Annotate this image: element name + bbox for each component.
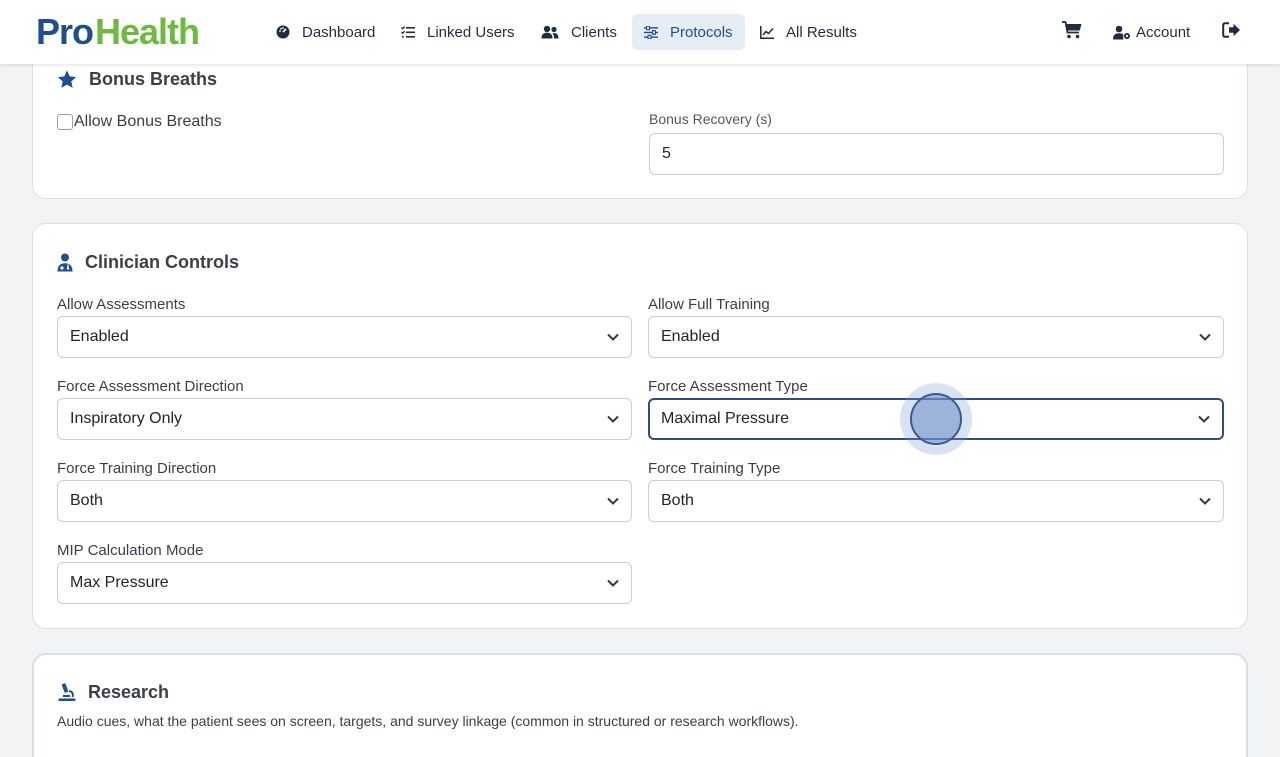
allow-assessments-label: Allow Assessments <box>57 296 186 313</box>
click-indicator-inner <box>910 393 962 445</box>
mip-calculation-mode-value: Max Pressure <box>70 574 169 591</box>
click-indicator <box>900 383 972 455</box>
nav-protocols-label: Protocols <box>670 23 733 41</box>
allow-bonus-breaths-label: Allow Bonus Breaths <box>74 113 222 130</box>
user-doctor-icon <box>57 253 73 272</box>
chevron-down-icon <box>607 497 619 505</box>
nav-clients[interactable]: Clients <box>529 14 629 50</box>
chevron-down-icon <box>1199 333 1211 341</box>
line-chart-icon <box>760 25 774 39</box>
logout-icon <box>1221 21 1241 43</box>
allow-bonus-breaths-checkbox[interactable] <box>57 114 73 130</box>
allow-assessments-value: Enabled <box>70 328 129 345</box>
force-training-type-value: Both <box>661 492 694 509</box>
force-training-direction-label: Force Training Direction <box>57 460 217 477</box>
force-assessment-type-value: Maximal Pressure <box>661 410 790 427</box>
chevron-down-icon <box>607 333 619 341</box>
force-assessment-direction-label: Force Assessment Direction <box>57 378 244 395</box>
nav-all-results-label: All Results <box>786 23 857 41</box>
chevron-down-icon <box>1198 415 1210 423</box>
mip-calculation-mode-label: MIP Calculation Mode <box>57 542 204 559</box>
nav-linked-users-label: Linked Users <box>427 23 515 41</box>
nav-protocols[interactable]: Protocols <box>632 14 745 50</box>
clinician-controls-title: Clinician Controls <box>57 252 239 273</box>
sliders-icon <box>644 25 658 39</box>
nav-dashboard[interactable]: Dashboard <box>264 14 387 50</box>
chevron-down-icon <box>607 579 619 587</box>
chevron-down-icon <box>1199 497 1211 505</box>
cart-icon <box>1062 20 1082 44</box>
prohealth-logo[interactable]: Pro Health <box>36 11 200 52</box>
clinician-controls-title-text: Clinician Controls <box>85 252 240 272</box>
force-training-type-select[interactable]: Both <box>648 480 1224 522</box>
bonus-recovery-label: Bonus Recovery (s) <box>649 111 772 127</box>
force-assessment-direction-select[interactable]: Inspiratory Only <box>57 398 632 440</box>
allow-full-training-value: Enabled <box>661 328 720 345</box>
logo-text-health: Health <box>95 11 200 52</box>
bonus-breaths-title-text: Bonus Breaths <box>89 69 218 89</box>
force-assessment-direction-value: Inspiratory Only <box>70 410 183 427</box>
clinician-controls-card: Clinician Controls Allow Assessments Ena… <box>32 223 1248 629</box>
top-navbar: Pro Health Dashboard Linked Users Clients… <box>0 0 1280 64</box>
research-title: Research <box>58 682 169 703</box>
microscope-icon <box>58 683 76 702</box>
list-check-icon <box>401 26 415 38</box>
logo-text-pro: Pro <box>36 11 94 52</box>
allow-full-training-select[interactable]: Enabled <box>648 316 1224 358</box>
account-menu[interactable]: Account <box>1113 20 1193 44</box>
bonus-breaths-title: Bonus Breaths <box>57 69 217 90</box>
force-assessment-type-label: Force Assessment Type <box>648 378 808 395</box>
nav-clients-label: Clients <box>571 23 617 41</box>
force-training-direction-value: Both <box>70 492 103 509</box>
logout-button[interactable] <box>1221 20 1241 44</box>
nav-linked-users[interactable]: Linked Users <box>389 14 527 50</box>
nav-dashboard-label: Dashboard <box>302 23 376 41</box>
mip-calculation-mode-select[interactable]: Max Pressure <box>57 562 632 604</box>
gauge-icon <box>276 25 290 39</box>
cart-button[interactable] <box>1061 20 1083 44</box>
force-training-type-label: Force Training Type <box>648 460 781 477</box>
account-label: Account <box>1136 23 1191 41</box>
research-card: Research Audio cues, what the patient se… <box>32 653 1248 757</box>
bonus-recovery-input[interactable]: 5 <box>649 133 1224 175</box>
allow-assessments-select[interactable]: Enabled <box>57 316 632 358</box>
star-icon <box>57 70 77 89</box>
users-icon <box>541 25 559 39</box>
allow-full-training-label: Allow Full Training <box>648 296 770 313</box>
force-training-direction-select[interactable]: Both <box>57 480 632 522</box>
nav-all-results[interactable]: All Results <box>748 14 869 50</box>
research-title-text: Research <box>88 682 170 702</box>
research-description: Audio cues, what the patient sees on scr… <box>57 713 799 729</box>
bonus-recovery-value: 5 <box>662 145 671 162</box>
chevron-down-icon <box>607 415 619 423</box>
user-gear-icon <box>1113 25 1131 40</box>
